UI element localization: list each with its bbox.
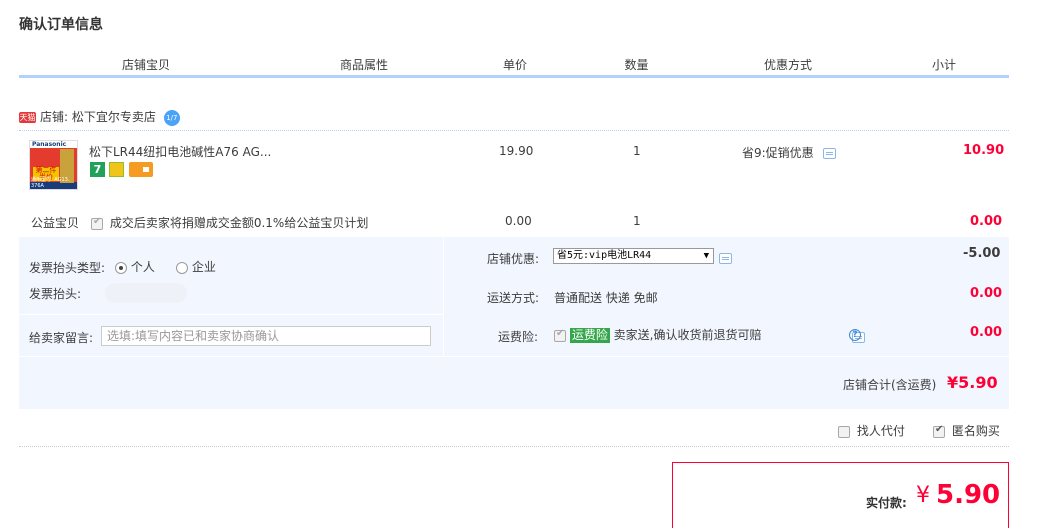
invoice-company-radio[interactable] xyxy=(176,261,188,274)
product-quantity: 1 xyxy=(633,144,641,158)
invoice-title-value-blurred[interactable] xyxy=(105,283,187,303)
shop-name[interactable]: 店铺: 松下宜尔专卖店 xyxy=(40,110,156,124)
anonymous-checkbox[interactable] xyxy=(933,424,945,438)
product-image-brand: Panasonic xyxy=(32,141,67,148)
product-unit-price: 19.90 xyxy=(499,144,534,158)
freight-insurance-label: 运费险: xyxy=(498,330,539,344)
freight-insurance-text: 卖家送,确认收货前退货可赔 xyxy=(613,328,762,342)
invoice-type-label: 发票抬头类型: xyxy=(29,261,106,275)
invoice-personal-option[interactable]: 个人 xyxy=(115,258,155,275)
charity-price: 0.00 xyxy=(505,214,532,228)
charity-text: 成交后卖家将捐赠成交金额0.1%给公益宝贝计划 xyxy=(109,216,369,230)
payment-currency: ¥ xyxy=(916,483,930,508)
freight-insurance-row: 运费险 卖家送,确认收货前退货可赔 xyxy=(554,326,762,343)
proxy-pay-checkbox[interactable] xyxy=(838,425,850,438)
proxy-pay-option[interactable]: 找人代付 xyxy=(838,422,905,439)
freight-insurance-amount: 0.00 xyxy=(970,325,1003,340)
invoice-title-label: 发票抬头: xyxy=(29,287,82,301)
shop-total-amount: ¥5.90 xyxy=(947,373,998,392)
payment-label: 实付款: xyxy=(866,496,907,510)
wangwang-chat-icon[interactable]: 1/7 xyxy=(163,109,180,126)
shop-total-label: 店铺合计(含运费) xyxy=(843,378,937,392)
chevron-down-icon: ▼ xyxy=(703,251,709,261)
product-name[interactable]: 松下LR44纽扣电池碱性A76 AG... xyxy=(89,143,271,160)
shop-discount-select[interactable]: 省5元:vip电池LR44 ▼ xyxy=(553,248,714,264)
freight-insurance-badge: 运费险 xyxy=(569,328,610,343)
product-image[interactable]: Panasonic 第二件半价 通用型号: AG13、376A xyxy=(29,140,78,190)
product-subtotal: 10.90 xyxy=(963,143,1005,158)
col-subtotal: 小计 xyxy=(931,58,956,72)
anonymous-label: 匿名购买 xyxy=(951,424,1000,438)
shipping-value: 普通配送 快递 免邮 xyxy=(554,291,658,305)
charity-label: 公益宝贝 xyxy=(31,216,80,230)
col-quantity: 数量 xyxy=(624,58,649,72)
freight-insurance-checkbox xyxy=(554,328,566,342)
page-title: 确认订单信息 xyxy=(19,17,103,33)
charity-row: 成交后卖家将捐赠成交金额0.1%给公益宝贝计划 xyxy=(91,214,368,231)
guarantee-icon xyxy=(109,162,124,177)
col-discount: 优惠方式 xyxy=(763,58,812,72)
proxy-pay-label: 找人代付 xyxy=(856,424,905,438)
message-label: 给卖家留言: xyxy=(29,331,94,345)
invoice-company-label: 企业 xyxy=(191,260,216,274)
shop-row: 天猫 店铺: 松下宜尔专卖店 1/7 xyxy=(19,108,180,126)
invoice-personal-label: 个人 xyxy=(130,260,155,274)
col-unit-price: 单价 xyxy=(502,58,527,72)
product-promo: 省9:促销优惠 xyxy=(742,144,836,161)
col-attributes: 商品属性 xyxy=(339,58,388,72)
divider xyxy=(19,130,1009,131)
shop-discount-amount: -5.00 xyxy=(963,246,1001,261)
charity-subtotal: 0.00 xyxy=(970,214,1003,229)
col-shop-item: 店铺宝贝 xyxy=(121,58,170,72)
panel-row-divider xyxy=(19,314,443,315)
payment-amount: 5.90 xyxy=(936,480,1001,510)
product-image-footer: 通用型号: AG13、376A xyxy=(31,177,73,189)
tmall-icon: 天猫 xyxy=(19,112,36,123)
discount-note-icon[interactable] xyxy=(719,253,732,264)
shop-discount-label: 店铺优惠: xyxy=(487,252,540,266)
shipping-amount: 0.00 xyxy=(970,286,1003,301)
order-table-header: 店铺宝贝 商品属性 单价 数量 优惠方式 小计 xyxy=(19,52,1009,78)
charity-quantity: 1 xyxy=(633,214,641,228)
shipping-label: 运送方式: xyxy=(487,291,540,305)
product-promo-text: 省9:促销优惠 xyxy=(742,146,814,160)
invoice-company-option[interactable]: 企业 xyxy=(176,258,216,275)
anonymous-option[interactable]: 匿名购买 xyxy=(933,422,1000,439)
charity-checkbox xyxy=(91,216,103,230)
divider xyxy=(19,446,1009,447)
help-icon[interactable]: ? xyxy=(849,329,861,341)
shop-discount-selected: 省5元:vip电池LR44 xyxy=(557,250,652,261)
invoice-personal-radio[interactable] xyxy=(115,261,127,274)
promo-note-icon[interactable] xyxy=(822,148,836,159)
seven-day-return-icon: 7 xyxy=(90,162,105,177)
message-input[interactable]: 选填:填写内容已和卖家协商确认 xyxy=(101,326,431,346)
wallet-icon xyxy=(129,162,153,177)
panel-divider xyxy=(443,237,444,356)
panel-row-divider xyxy=(19,356,1009,357)
